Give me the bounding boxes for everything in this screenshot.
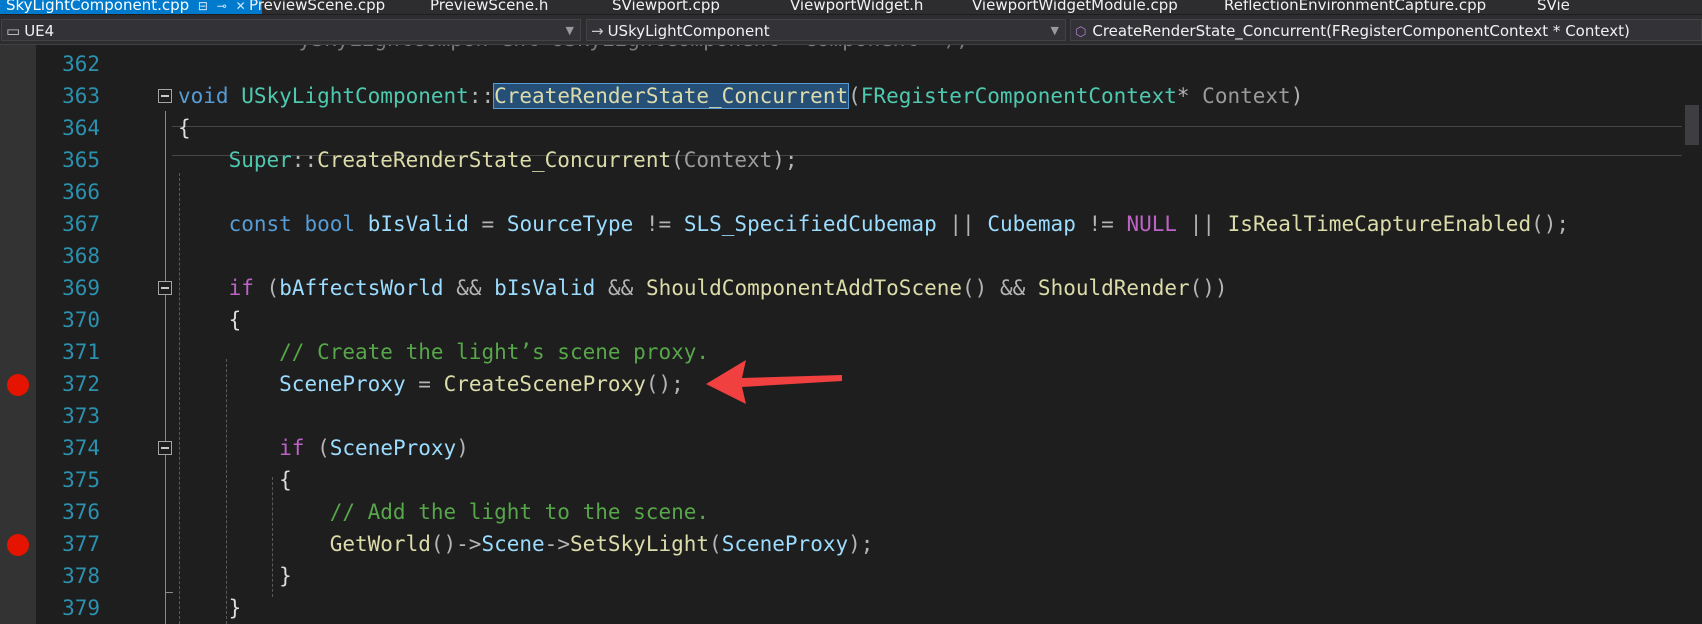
tab-skylightcomponent-cpp[interactable]: SkyLightComponent.cpp ⊟ ⊸ ✕ — [0, 0, 262, 14]
tab-reflectionenvironmentcapture-cpp[interactable]: ReflectionEnvironmentCapture.cpp — [1224, 0, 1486, 14]
scope-dropdown[interactable]: → USkyLightComponent ▼ — [586, 19, 1066, 41]
chevron-down-icon[interactable]: ▼ — [566, 20, 574, 40]
tab-label: SViewport.cpp — [612, 0, 720, 14]
project-icon: ▭ — [6, 22, 21, 40]
chevron-down-icon[interactable]: ▼ — [1051, 20, 1059, 40]
document-tab-strip: SkyLightComponent.cpp ⊟ ⊸ ✕ PreviewScene… — [0, 0, 1702, 14]
navigation-bar: ▭ UE4 ▼ → USkyLightComponent ▼ ⬡ CreateRend… — [0, 15, 1702, 45]
tab-label: PreviewScene.h — [430, 0, 549, 14]
scope-label: USkyLightComponent — [607, 22, 770, 40]
tab-previewscene-cpp[interactable]: PreviewScene.cpp — [249, 0, 385, 14]
tab-label: PreviewScene.cpp — [249, 0, 386, 14]
tab-label: SVie — [1537, 0, 1570, 14]
tab-label: SkyLightComponent.cpp — [6, 0, 190, 14]
close-icon[interactable]: ✕ — [236, 0, 246, 13]
tab-viewportwidgetmodule-cpp[interactable]: ViewportWidgetModule.cpp — [972, 0, 1178, 14]
tab-viewportwidget-h[interactable]: ViewportWidget.h — [790, 0, 923, 14]
pin-icon[interactable]: ⊸ — [217, 0, 227, 13]
vertical-scrollbar[interactable] — [1682, 45, 1702, 624]
member-label: CreateRenderState_Concurrent(FRegisterCo… — [1092, 22, 1630, 40]
scrollbar-thumb[interactable] — [1685, 105, 1699, 145]
tab-svie[interactable]: SVie — [1537, 0, 1570, 14]
tab-menu-icon[interactable]: ⊟ — [198, 0, 208, 13]
member-dropdown[interactable]: ⬡ CreateRenderState_Concurrent(FRegisterC… — [1070, 19, 1702, 41]
code-editor[interactable]: ySkyLightCompon ent USkyLightComponent C… — [0, 45, 1702, 624]
tab-previewscene-h[interactable]: PreviewScene.h — [430, 0, 548, 14]
project-dropdown[interactable]: ▭ UE4 ▼ — [1, 19, 581, 41]
annotation-arrow-icon — [706, 360, 842, 404]
tab-label: ViewportWidget.h — [790, 0, 924, 14]
arrow-right-icon: → — [591, 22, 604, 40]
tab-label: ReflectionEnvironmentCapture.cpp — [1224, 0, 1487, 14]
method-cube-icon: ⬡ — [1075, 25, 1087, 40]
project-label: UE4 — [24, 22, 55, 40]
tab-label: ViewportWidgetModule.cpp — [972, 0, 1178, 14]
tab-sviewport-cpp[interactable]: SViewport.cpp — [612, 0, 720, 14]
